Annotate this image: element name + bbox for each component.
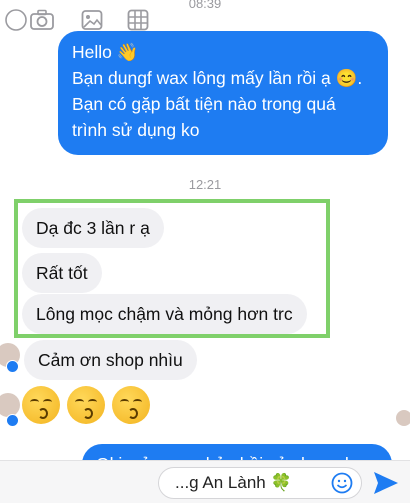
read-receipt-avatar: [396, 410, 410, 426]
outgoing-message-bubble[interactable]: Hello 👋 Bạn dungf wax lông mấy lần rồi ạ…: [58, 31, 388, 155]
timestamp-mid: 12:21: [188, 177, 222, 192]
add-icon[interactable]: [4, 9, 28, 33]
kissing-face-emoji-icon: [67, 386, 105, 424]
incoming-message-4[interactable]: Cảm ơn shop nhìu: [24, 340, 197, 380]
timestamp-top: 08:39: [188, 0, 222, 11]
outgoing-line-1: Hello 👋: [72, 42, 139, 62]
message-input[interactable]: ...g An Lành 🍀: [158, 467, 362, 499]
sticker-icon[interactable]: [126, 9, 150, 33]
kissing-face-emoji-icon: [112, 386, 150, 424]
outgoing-line-3: Bạn có gặp bất tiện nào trong quá: [72, 94, 336, 114]
photo-icon[interactable]: [80, 9, 104, 33]
outgoing-line-2: Bạn dungf wax lông mấy lần rồi ạ 😊.: [72, 68, 363, 88]
highlight-box: [14, 199, 330, 338]
messenger-badge-icon: [6, 360, 19, 373]
camera-icon[interactable]: [30, 9, 54, 33]
emoji-icon[interactable]: [331, 472, 353, 499]
send-icon[interactable]: [372, 470, 400, 501]
messenger-badge-icon: [6, 414, 19, 427]
message-input-text: ...g An Lành 🍀: [175, 473, 292, 492]
outgoing-line-4: trình sử dụng ko: [72, 120, 200, 140]
kissing-face-emoji-icon: [22, 386, 60, 424]
